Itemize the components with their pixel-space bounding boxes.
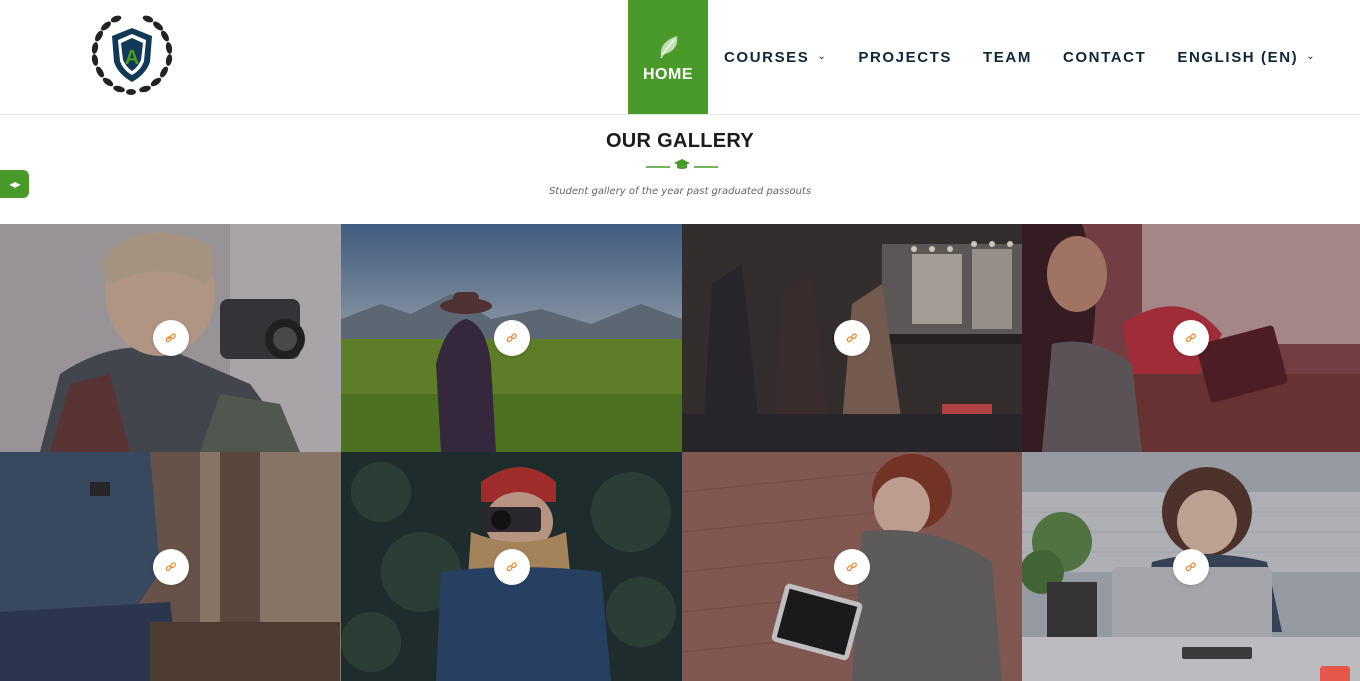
link-icon [506,333,517,343]
arrows-left-right-icon: ◀▶ [9,179,20,189]
link-button[interactable] [1173,320,1209,356]
main-nav: HOME COURSES ⌄ PROJECTS TEAM CONTACT ENG… [628,0,1316,114]
gallery-item[interactable] [341,452,682,681]
chevron-down-icon: ⌄ [817,50,828,62]
leaf-icon [660,36,678,59]
link-icon [1185,333,1196,343]
nav-team-label: TEAM [983,48,1032,66]
gallery-item[interactable] [1022,224,1360,452]
site-header: A HOME COURSES ⌄ PROJECTS TEAM CONTACT E… [0,0,1360,115]
link-icon [846,333,857,343]
gallery-item[interactable] [0,452,341,681]
link-button[interactable] [493,320,530,356]
site-logo[interactable]: A [86,12,178,98]
link-button[interactable] [1173,548,1209,585]
chevron-down-icon: ⌄ [1306,50,1317,62]
gallery-item[interactable] [341,224,682,452]
nav-courses-label: COURSES [724,48,810,66]
gallery-item[interactable] [0,224,341,452]
gallery-item[interactable] [1022,452,1360,681]
gallery-item[interactable] [682,452,1022,681]
link-icon [1185,561,1196,571]
graduation-cap-divider-icon [646,159,718,169]
gallery-subtitle: Student gallery of the year past graduat… [548,186,812,197]
link-button[interactable] [834,320,870,356]
link-icon [165,561,176,571]
gallery-item[interactable] [682,224,1022,452]
nav-home[interactable]: HOME [628,0,708,114]
nav-projects-label: PROJECTS [858,48,953,66]
nav-contact[interactable]: CONTACT [1063,0,1146,114]
nav-language-label: ENGLISH (EN) [1177,48,1299,66]
link-button[interactable] [152,320,189,356]
gallery-title: OUR GALLERY [605,130,755,152]
link-icon [165,333,176,343]
link-button[interactable] [493,548,530,585]
side-panel-toggle[interactable]: ◀▶ [0,170,29,198]
link-button[interactable] [834,548,870,585]
svg-text:A: A [125,47,139,69]
laurel-shield-logo-icon: A [91,15,173,95]
gallery-grid [0,224,1360,681]
nav-language-selector[interactable]: ENGLISH (EN) ⌄ [1177,0,1316,114]
scroll-to-top-button[interactable] [1320,666,1350,681]
nav-home-label: HOME [643,66,693,83]
link-icon [506,561,517,571]
nav-projects[interactable]: PROJECTS [858,0,952,114]
nav-courses[interactable]: COURSES ⌄ [724,0,827,114]
link-button[interactable] [152,548,189,585]
nav-contact-label: CONTACT [1062,48,1147,66]
link-icon [846,561,857,571]
nav-team[interactable]: TEAM [983,0,1032,114]
